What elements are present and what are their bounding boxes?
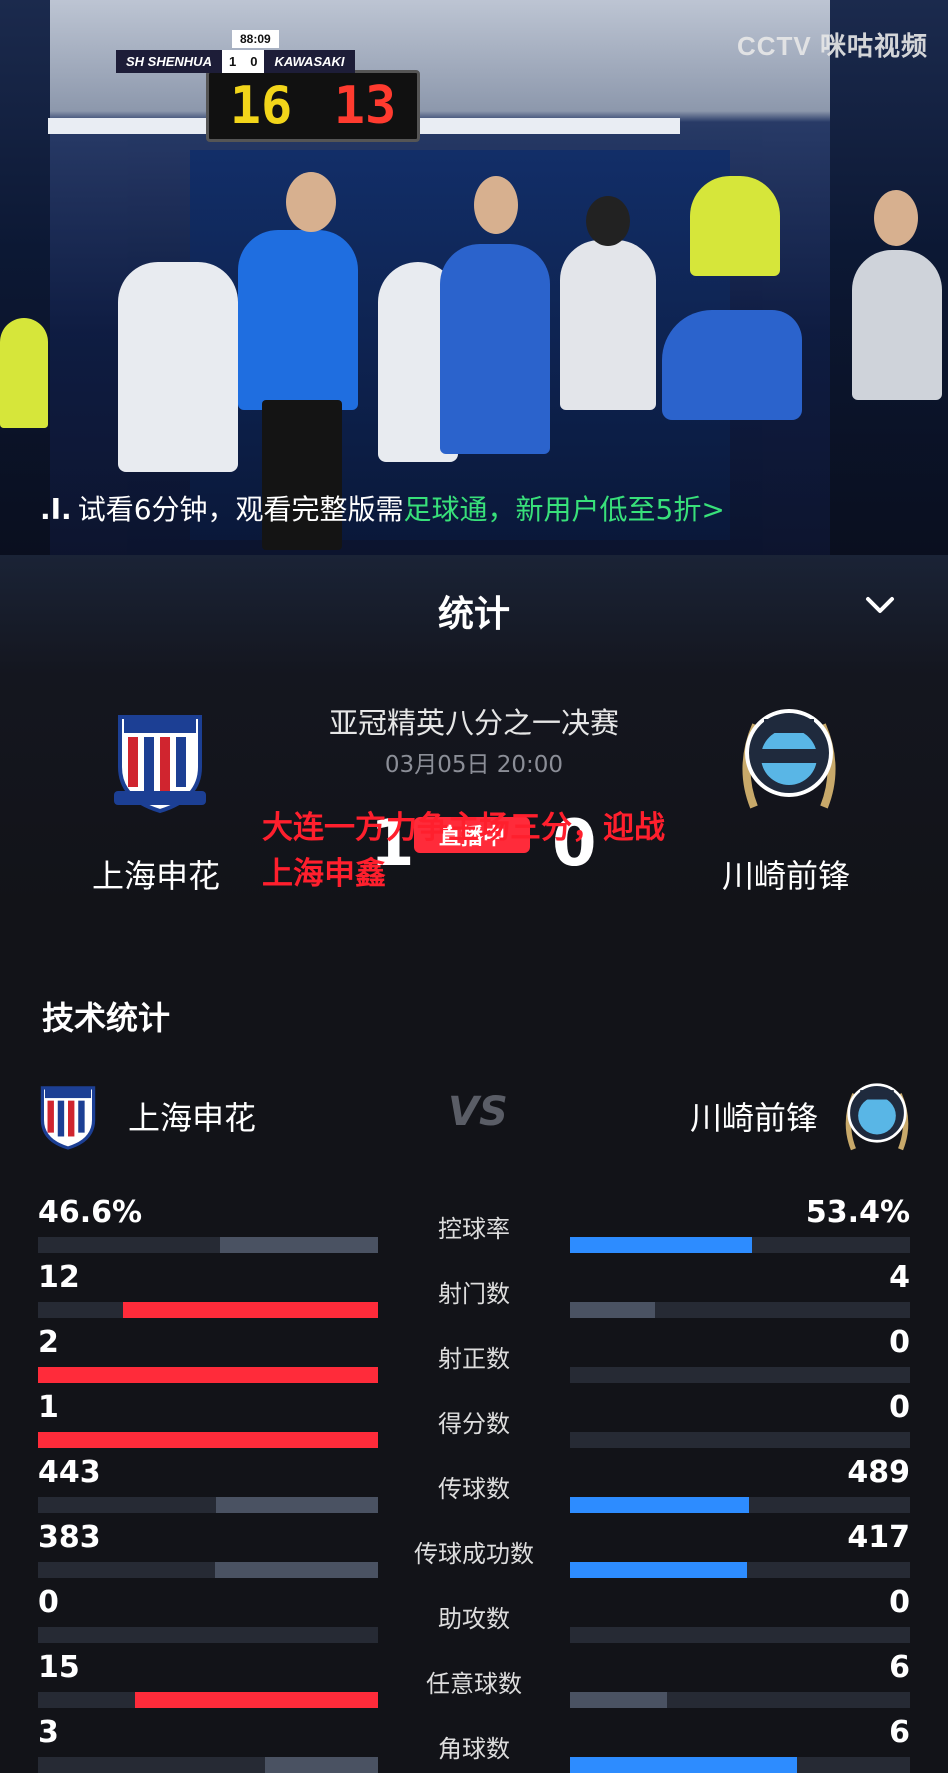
video-player[interactable]: 16 13 88:09 SH SHENHUA 1 0 KAWASAKI CCTV… (0, 0, 948, 555)
staff-head (586, 196, 630, 246)
away-stat-value: 53.4% (805, 1195, 910, 1230)
stats-panel: 统计 亚冠精英八分之一决赛 03月05日 20:00 上海申花 川崎前锋 1 0… (0, 555, 948, 1773)
board-out-number: 13 (333, 76, 397, 136)
shenhua-crest-icon (114, 715, 206, 814)
stat-row: 46.6% 控球率 53.4% (0, 1195, 948, 1253)
official-head (286, 172, 336, 232)
player-figure (440, 244, 550, 454)
home-stat-bar (38, 1367, 378, 1383)
home-stat-bar-track (38, 1367, 378, 1383)
staff-figure (852, 250, 942, 400)
board-in-number: 16 (229, 76, 293, 136)
promo-text: 试看6分钟，观看完整版需 (77, 493, 404, 526)
substitution-board: 16 13 (206, 70, 420, 142)
home-stat-bar-track (38, 1302, 378, 1318)
away-stat-value: 6 (889, 1715, 910, 1750)
away-stat-bar-track (570, 1237, 910, 1253)
official-figure (238, 230, 358, 410)
player-figure (662, 310, 802, 420)
player-head (474, 176, 518, 234)
away-stat-bar (570, 1237, 752, 1253)
home-stat-bar (265, 1757, 378, 1773)
away-stat-value: 0 (889, 1585, 910, 1620)
away-stat-value: 6 (889, 1650, 910, 1685)
away-stat-value: 4 (889, 1260, 910, 1295)
away-stat-value: 417 (847, 1520, 910, 1555)
scorebug-home-score: 1 (221, 49, 244, 73)
away-stat-bar-track (570, 1302, 910, 1318)
away-stat-bar-track (570, 1432, 910, 1448)
home-stat-bar-track (38, 1627, 378, 1643)
home-stat-bar-track (38, 1692, 378, 1708)
home-stat-bar (123, 1302, 378, 1318)
chevron-down-icon[interactable] (860, 585, 900, 625)
stat-row: 443 传球数 489 (0, 1455, 948, 1513)
home-stat-bar (220, 1237, 378, 1253)
away-stat-bar-track (570, 1627, 910, 1643)
home-stat-bar-track (38, 1757, 378, 1773)
away-team-name: 川崎前锋 (722, 857, 851, 895)
broadcaster-logo: CCTV 咪咕视频 (736, 31, 928, 61)
home-team-name: 上海申花 (92, 857, 221, 895)
staff-head (874, 190, 918, 246)
security-figure (0, 318, 48, 428)
vs-logo: VS (448, 1089, 508, 1135)
home-stat-bar (135, 1692, 378, 1708)
scorebug: SH SHENHUA 1 0 KAWASAKI (116, 48, 355, 74)
stat-row: 383 传球成功数 417 (0, 1520, 948, 1578)
home-stat-bar (216, 1497, 378, 1513)
shenhua-crest-icon (40, 1086, 96, 1150)
away-stat-bar-track (570, 1757, 910, 1773)
away-stat-bar (570, 1302, 655, 1318)
security-figure (690, 176, 780, 276)
panel-title: 统计 (437, 594, 510, 635)
home-stat-bar (38, 1432, 378, 1448)
staff-figure (560, 240, 656, 410)
home-stat-bar (215, 1562, 378, 1578)
stat-row: 12 射门数 4 (0, 1260, 948, 1318)
stat-row: 15 任意球数 6 (0, 1650, 948, 1708)
section-title: 技术统计 (42, 999, 171, 1037)
stat-row: 3 角球数 6 (0, 1715, 948, 1773)
away-stat-bar-track (570, 1562, 910, 1578)
away-stat-bar (570, 1757, 797, 1773)
overlay-headline: 大连一方力争主场三分，迎战上海申鑫 (262, 810, 665, 892)
stat-row: 2 射正数 0 (0, 1325, 948, 1383)
away-stat-bar-track (570, 1497, 910, 1513)
scorebug-away: KAWASAKI (264, 49, 355, 73)
away-stat-bar-track (570, 1367, 910, 1383)
home-stat-bar-track (38, 1497, 378, 1513)
signal-icon: .Ι. (40, 493, 72, 526)
scorebug-home: SH SHENHUA (116, 49, 222, 73)
away-stat-value: 489 (847, 1455, 910, 1490)
teams-vs-row: 上海申花 VS 川崎前锋 (0, 1075, 948, 1155)
home-team-name: 上海申花 (128, 1099, 257, 1137)
away-team-name: 川崎前锋 (690, 1099, 819, 1137)
away-stat-bar (570, 1497, 749, 1513)
stat-row: 0 助攻数 0 (0, 1585, 948, 1643)
bench-seat (118, 262, 238, 472)
away-stat-value: 0 (889, 1390, 910, 1425)
home-stat-bar-track (38, 1237, 378, 1253)
home-stat-bar-track (38, 1562, 378, 1578)
away-stat-bar (570, 1562, 747, 1578)
trial-promo[interactable]: .Ι. 试看6分钟，观看完整版需足球通，新用户低至5折> (40, 488, 725, 528)
home-stat-bar-track (38, 1432, 378, 1448)
stat-row: 1 得分数 0 (0, 1390, 948, 1448)
away-stat-bar-track (570, 1692, 910, 1708)
kawasaki-crest-icon (845, 1083, 909, 1151)
scorebug-away-score: 0 (243, 49, 265, 73)
kawasaki-crest-icon (742, 709, 836, 809)
promo-link[interactable]: 足球通，新用户低至5折> (404, 493, 725, 526)
away-stat-value: 0 (889, 1325, 910, 1360)
match-clock: 88:09 (232, 30, 279, 48)
away-stat-bar (570, 1692, 667, 1708)
